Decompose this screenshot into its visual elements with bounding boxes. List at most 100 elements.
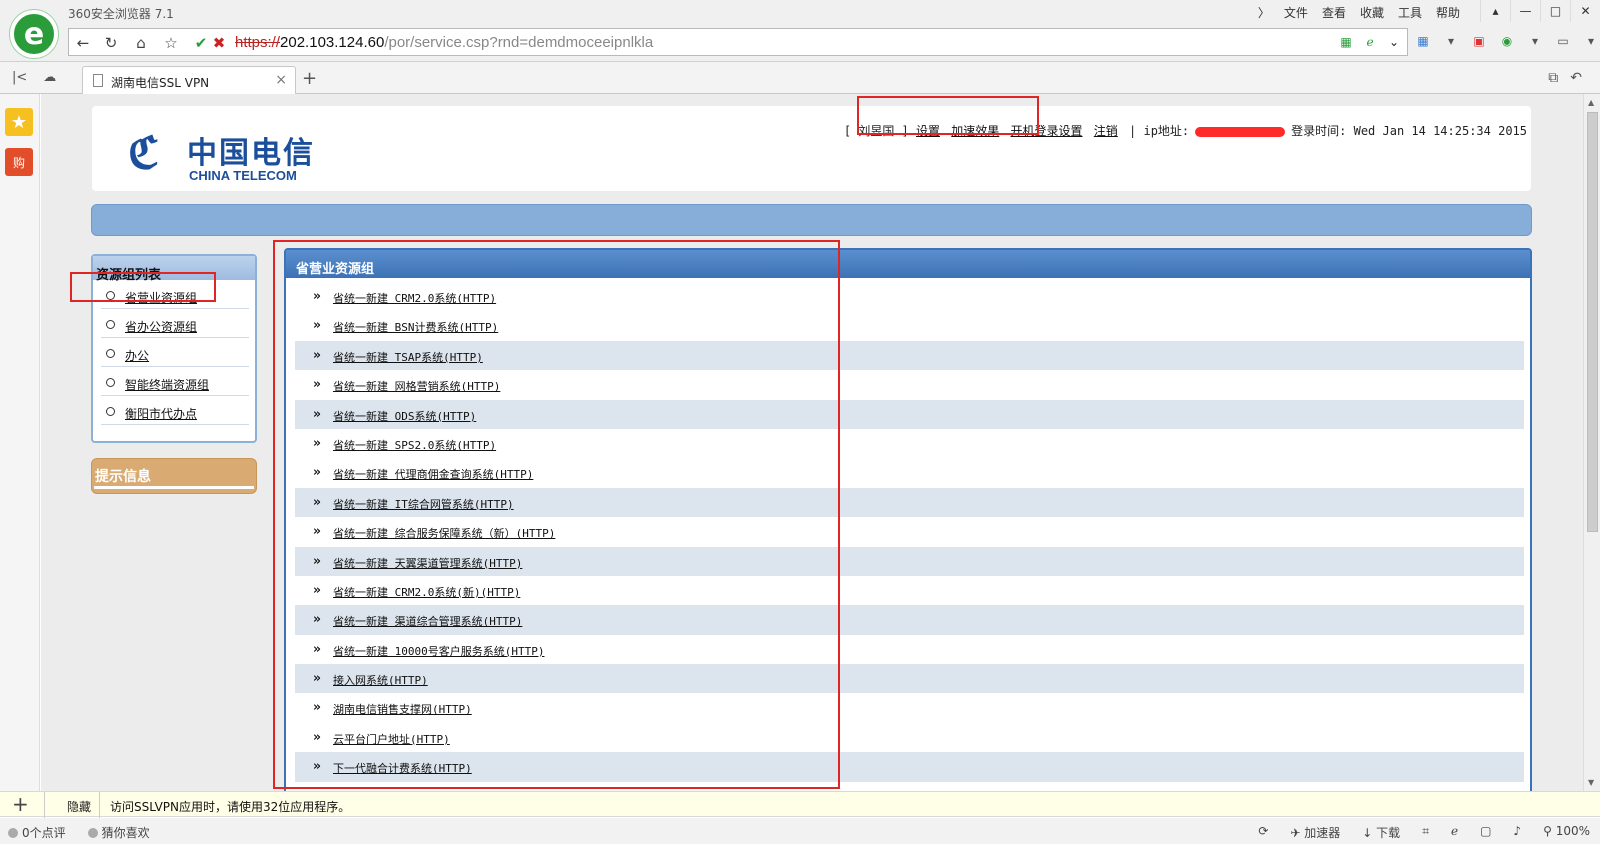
- new-tab-button[interactable]: +: [302, 68, 317, 89]
- collapse-sidebar-icon[interactable]: |<: [12, 70, 27, 85]
- screenshot-icon[interactable]: ▭: [1554, 32, 1572, 50]
- refresh-icon[interactable]: ↻: [99, 33, 123, 53]
- close-window-button[interactable]: ✕: [1570, 0, 1600, 22]
- network-icon[interactable]: ⟳: [1258, 824, 1268, 841]
- apps-dropdown-icon[interactable]: ▾: [1442, 32, 1460, 50]
- annotation-box-resource-group: [70, 272, 216, 302]
- url-path: /por/service.csp?rnd=demdmoceeipnlkla: [384, 34, 654, 51]
- tab-right-icons: ⧉ ↶: [1548, 70, 1582, 86]
- zoom-level: 100%: [1555, 824, 1590, 838]
- annotation-box-resource-list: [273, 240, 840, 789]
- circle-icon: [106, 407, 115, 416]
- tip-info-content: [94, 486, 254, 489]
- notice-bar: + 隐藏 访问SSLVPN应用时，请使用32位应用程序。: [0, 791, 1600, 818]
- login-time-value: Wed Jan 14 14:25:34 2015: [1353, 124, 1527, 138]
- guard-dropdown-icon[interactable]: ▾: [1526, 32, 1544, 50]
- resource-group-link[interactable]: 省办公资源组: [125, 320, 197, 334]
- annotation-box-user-settings: [857, 96, 1039, 135]
- qr-code-icon[interactable]: ▦: [1337, 34, 1355, 50]
- back-arrow-icon[interactable]: ←: [71, 33, 95, 53]
- circle-icon: [106, 349, 115, 358]
- scroll-up-icon[interactable]: ▲: [1588, 98, 1594, 107]
- page-icon: [93, 74, 103, 87]
- logout-link[interactable]: 注销: [1094, 124, 1118, 138]
- zoom-icon: ⚲: [1543, 824, 1556, 838]
- browser-logo-icon: e: [10, 10, 58, 58]
- tip-info-box: 提示信息: [91, 458, 257, 494]
- resource-group-item[interactable]: 智能终端资源组: [101, 367, 249, 396]
- screenshot-dropdown-icon[interactable]: ▾: [1582, 32, 1600, 50]
- logo-text-en: CHINA TELECOM: [189, 168, 297, 183]
- ie-mode-icon[interactable]: ℯ: [1361, 34, 1379, 50]
- tab-left-icons: |< ☁: [12, 70, 56, 85]
- cloud-icon[interactable]: ☁: [43, 70, 56, 85]
- menu-favorites[interactable]: 收藏: [1360, 4, 1384, 21]
- resource-group-item[interactable]: 办公: [101, 338, 249, 367]
- browser-side-panel: ★ 购: [0, 94, 40, 791]
- download-item[interactable]: ↓ 下载: [1362, 824, 1400, 841]
- home-icon[interactable]: ⌂: [129, 33, 153, 53]
- zoom-item[interactable]: ⚲ 100%: [1543, 824, 1590, 841]
- scroll-down-icon[interactable]: ▼: [1588, 778, 1594, 787]
- status-right: ⟳ ✈ 加速器 ↓ 下载 ⌗ ℯ ▢ ♪ ⚲ 100%: [1258, 824, 1590, 841]
- tab-hunan-telecom-vpn[interactable]: 湖南电信SSL VPN ×: [82, 66, 296, 95]
- comments-count: 0个点评: [22, 826, 66, 840]
- tab-list-icon[interactable]: ⧉: [1548, 70, 1558, 86]
- resource-group-link[interactable]: 衡阳市代办点: [125, 407, 197, 421]
- comments-item[interactable]: 0个点评: [8, 824, 66, 841]
- skin-icon[interactable]: ▴: [1480, 0, 1510, 22]
- download-label: 下载: [1376, 826, 1401, 840]
- resource-group-item[interactable]: 衡阳市代办点: [101, 396, 249, 425]
- tab-strip: |< ☁ 湖南电信SSL VPN × + ⧉ ↶: [0, 62, 1600, 95]
- guess-item[interactable]: 猜你喜欢: [87, 824, 150, 841]
- status-bar: 0个点评 猜你喜欢 ⟳ ✈ 加速器 ↓ 下载 ⌗ ℯ ▢ ♪ ⚲ 100%: [0, 818, 1600, 844]
- url-scheme: https://: [235, 34, 281, 51]
- crop-icon[interactable]: ⌗: [1422, 824, 1429, 841]
- address-right-icons: ▦ ℯ ⌄: [1337, 34, 1403, 50]
- menu-view[interactable]: 查看: [1322, 4, 1346, 21]
- nav-banner: [91, 204, 1532, 236]
- translate-icon[interactable]: ▣: [1470, 32, 1488, 50]
- menu-help[interactable]: 帮助: [1436, 4, 1460, 21]
- certificate-warning-icon[interactable]: ✖: [207, 33, 231, 53]
- hide-button[interactable]: 隐藏: [44, 792, 100, 818]
- minimize-button[interactable]: —: [1510, 0, 1540, 22]
- guard-shield-icon[interactable]: ◉: [1498, 32, 1516, 50]
- window-icon[interactable]: ▢: [1480, 824, 1491, 841]
- restore-closed-tab-icon[interactable]: ↶: [1570, 70, 1582, 86]
- menu-file[interactable]: 文件: [1284, 4, 1308, 21]
- title-bar: 360安全浏览器 7.1 〉 文件 查看 收藏 工具 帮助 ▴ — □ ✕: [0, 0, 1600, 24]
- vertical-scrollbar[interactable]: ▲ ▼: [1583, 94, 1600, 791]
- address-dropdown-icon[interactable]: ⌄: [1385, 34, 1403, 50]
- favorites-star-icon[interactable]: ★: [5, 108, 33, 136]
- ie-icon[interactable]: ℯ: [1451, 824, 1458, 841]
- apps-grid-icon[interactable]: ▦: [1414, 32, 1432, 50]
- resource-group-item[interactable]: 省办公资源组: [101, 309, 249, 338]
- circle-icon: [106, 378, 115, 387]
- favorite-star-icon[interactable]: ☆: [159, 33, 183, 53]
- address-toolbar: ← ↻ ⌂ ☆ ✔ ✖ https://202.103.124.60/por/s…: [0, 24, 1600, 62]
- url-host: 202.103.124.60: [280, 34, 385, 51]
- maximize-button[interactable]: □: [1540, 0, 1570, 22]
- menu-nav-icon[interactable]: 〉: [1258, 4, 1270, 21]
- add-icon[interactable]: +: [12, 792, 29, 816]
- accelerator-icon: ✈: [1290, 826, 1305, 840]
- close-tab-icon[interactable]: ×: [275, 72, 287, 88]
- resource-group-link[interactable]: 办公: [125, 349, 149, 363]
- accelerator-item[interactable]: ✈ 加速器: [1290, 824, 1340, 841]
- ip-label: | ip地址:: [1129, 124, 1190, 138]
- resource-group-link[interactable]: 智能终端资源组: [125, 378, 209, 392]
- page-header: ℭ 中国电信 CHINA TELECOM [ 刘昱国 ] 设置 加速效果 开机登…: [92, 106, 1531, 191]
- guess-label: 猜你喜欢: [101, 826, 150, 840]
- url-text[interactable]: https://202.103.124.60/por/service.csp?r…: [235, 34, 653, 51]
- scroll-thumb[interactable]: [1587, 112, 1598, 532]
- sound-icon[interactable]: ♪: [1513, 824, 1521, 841]
- address-bar[interactable]: ← ↻ ⌂ ☆ ✔ ✖ https://202.103.124.60/por/s…: [68, 28, 1408, 56]
- redaction-mark: [1195, 126, 1286, 137]
- guess-icon: [87, 828, 98, 838]
- status-left: 0个点评 猜你喜欢: [8, 824, 150, 841]
- shopping-bag-icon[interactable]: 购: [5, 148, 33, 176]
- web-page: ℭ 中国电信 CHINA TELECOM [ 刘昱国 ] 设置 加速效果 开机登…: [41, 94, 1583, 791]
- logo-text-cn: 中国电信: [187, 136, 315, 171]
- menu-tools[interactable]: 工具: [1398, 4, 1422, 21]
